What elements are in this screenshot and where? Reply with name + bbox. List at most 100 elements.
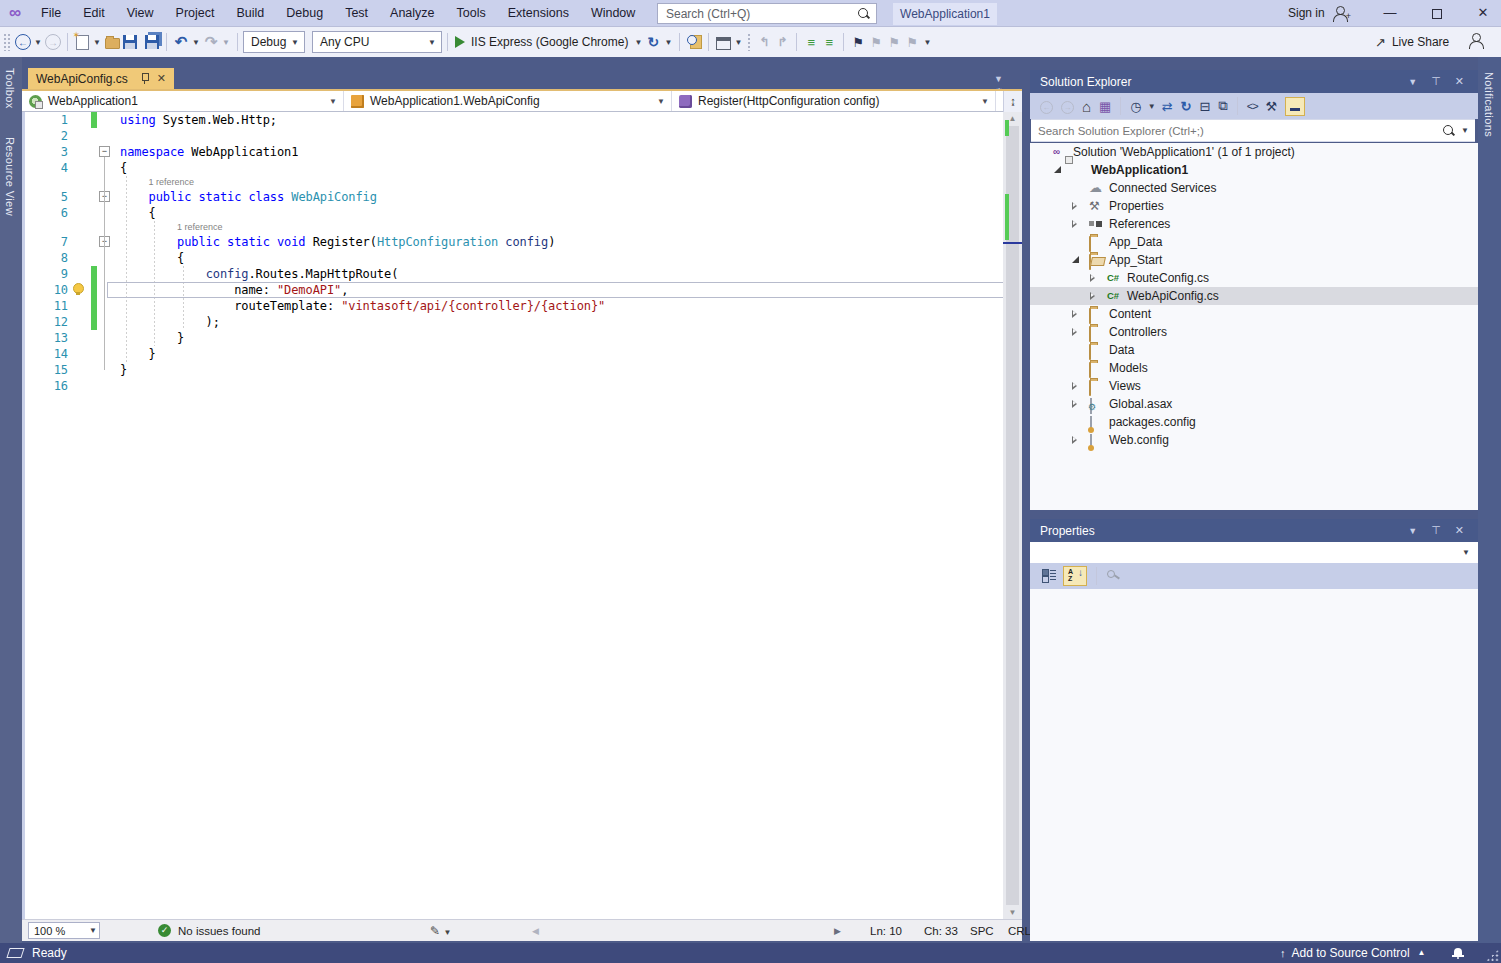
- feedback-person-icon[interactable]: [1468, 33, 1484, 47]
- sign-in-button[interactable]: Sign in: [1288, 0, 1325, 27]
- tree-item-global-asax[interactable]: Global.asax: [1030, 395, 1478, 413]
- properties-object-select[interactable]: ▼: [1030, 542, 1478, 563]
- tree-expand-arrow[interactable]: [1072, 202, 1077, 210]
- find-in-files-icon[interactable]: [686, 34, 702, 50]
- panel-close-icon[interactable]: ✕: [1455, 75, 1464, 88]
- breadcrumb-2[interactable]: Register(HttpConfiguration config)▼: [672, 91, 996, 111]
- window-minimize-button[interactable]: —: [1375, 0, 1405, 27]
- se-switch-views-icon[interactable]: ▦: [1099, 99, 1111, 114]
- new-file-icon[interactable]: [76, 35, 89, 50]
- start-debug-icon[interactable]: [455, 36, 465, 48]
- menu-tools[interactable]: Tools: [446, 0, 497, 26]
- se-filter-dropdown[interactable]: ▼: [1148, 102, 1156, 111]
- live-share-button[interactable]: ↗Live Share: [1375, 27, 1449, 57]
- sign-in-person-icon[interactable]: +: [1332, 6, 1348, 20]
- tree-item-app-data[interactable]: App_Data: [1030, 233, 1478, 251]
- solution-configuration-select[interactable]: Debug▼: [243, 31, 305, 53]
- se-pending-changes-filter-icon[interactable]: ◷: [1130, 99, 1141, 114]
- se-refresh-icon[interactable]: ↻: [1181, 99, 1192, 114]
- se-show-all-files-icon[interactable]: <>: [1247, 100, 1258, 112]
- editor-vertical-scrollbar[interactable]: ▲ ▼: [1003, 112, 1022, 919]
- menu-window[interactable]: Window: [580, 0, 646, 26]
- split-window-button[interactable]: ↨: [1003, 91, 1022, 112]
- toolbar-overflow[interactable]: ▼: [923, 38, 931, 47]
- solution-search-box[interactable]: Search Solution Explorer (Ctrl+;) ▼: [1031, 119, 1475, 142]
- notifications-bell-icon[interactable]: [1452, 947, 1464, 959]
- menu-edit[interactable]: Edit: [72, 0, 116, 26]
- solution-platform-select[interactable]: Any CPU▼: [312, 31, 442, 53]
- tree-item-webapiconfig-cs[interactable]: C#WebApiConfig.cs: [1030, 287, 1478, 305]
- decrease-indent-icon[interactable]: ≡: [802, 31, 820, 53]
- source-control-caret-icon[interactable]: ▲: [1418, 943, 1426, 963]
- tree-item-app-start[interactable]: App_Start: [1030, 251, 1478, 269]
- tree-item-references[interactable]: References: [1030, 215, 1478, 233]
- issues-status[interactable]: No issues found: [178, 920, 260, 942]
- add-to-source-control[interactable]: Add to Source Control: [1292, 943, 1410, 963]
- se-properties-icon[interactable]: ⧉: [1218, 98, 1227, 114]
- code-analysis-icon[interactable]: ✎ ▼: [430, 920, 451, 944]
- undo-dropdown[interactable]: ▼: [192, 38, 200, 47]
- tree-expand-arrow[interactable]: [1072, 310, 1077, 318]
- tree-expand-arrow[interactable]: [1072, 400, 1077, 408]
- window-maximize-button[interactable]: [1422, 0, 1452, 27]
- quick-actions-lightbulb-icon[interactable]: [71, 283, 84, 296]
- tree-item-data[interactable]: Data: [1030, 341, 1478, 359]
- redo-icon[interactable]: ↷: [202, 31, 220, 53]
- browser-dropdown[interactable]: ▼: [734, 38, 742, 47]
- resize-grip[interactable]: [1486, 949, 1499, 961]
- sidebar-tab-toolbox[interactable]: Toolbox: [4, 68, 16, 109]
- navigate-back-icon[interactable]: ←: [15, 34, 31, 50]
- sidebar-tab-notifications[interactable]: Notifications: [1483, 72, 1495, 137]
- window-close-button[interactable]: ✕: [1468, 0, 1498, 27]
- tree-item-content[interactable]: Content: [1030, 305, 1478, 323]
- breadcrumb-1[interactable]: WebApplication1.WebApiConfig▼: [344, 91, 672, 111]
- panel-dropdown-icon[interactable]: ▼: [1408, 77, 1417, 87]
- run-target-dropdown[interactable]: ▼: [634, 38, 642, 47]
- tree-item-connected-services[interactable]: ☁Connected Services: [1030, 179, 1478, 197]
- se-home-icon[interactable]: ⌂: [1082, 98, 1091, 115]
- pin-tab-icon[interactable]: [140, 73, 149, 84]
- save-all-icon[interactable]: [145, 35, 159, 49]
- tree-expand-arrow[interactable]: [1072, 382, 1077, 390]
- se-preview-selected-toggle[interactable]: [1285, 97, 1305, 116]
- refresh-icon[interactable]: ↻: [644, 31, 662, 53]
- properties-pin-icon[interactable]: ⊤: [1431, 524, 1441, 537]
- tree-item-controllers[interactable]: Controllers: [1030, 323, 1478, 341]
- undo-icon[interactable]: ↶: [172, 31, 190, 53]
- properties-header[interactable]: Properties ▼ ⊤ ✕: [1030, 519, 1478, 542]
- hscroll-left-arrow[interactable]: ◀: [532, 920, 539, 942]
- tree-item-solution-webapplication1-1-of-1-project[interactable]: ∞Solution 'WebApplication1' (1 of 1 proj…: [1030, 143, 1478, 161]
- tree-expand-arrow[interactable]: [1072, 436, 1077, 444]
- properties-dropdown-icon[interactable]: ▼: [1408, 526, 1417, 536]
- tree-item-webapplication1[interactable]: WebApplication1: [1030, 161, 1478, 179]
- solution-explorer-header[interactable]: Solution Explorer ▼ ⊤ ✕: [1030, 70, 1478, 93]
- tree-item-properties[interactable]: ⚒Properties: [1030, 197, 1478, 215]
- tree-item-models[interactable]: Models: [1030, 359, 1478, 377]
- toolbar-grip[interactable]: [3, 33, 11, 51]
- menu-project[interactable]: Project: [165, 0, 226, 26]
- tree-item-routeconfig-cs[interactable]: C#RouteConfig.cs: [1030, 269, 1478, 287]
- alphabetical-sort-icon[interactable]: AZ: [1063, 566, 1087, 586]
- tree-expand-arrow[interactable]: [1090, 292, 1095, 300]
- menu-analyze[interactable]: Analyze: [379, 0, 445, 26]
- se-wrench-icon[interactable]: ⚒: [1266, 99, 1278, 114]
- codelens-references[interactable]: 1 reference: [177, 221, 223, 234]
- solution-search-dropdown[interactable]: ▼: [1461, 126, 1469, 135]
- se-sync-icon[interactable]: ⇄: [1162, 99, 1173, 114]
- scroll-down-icon[interactable]: ▼: [1003, 908, 1022, 917]
- property-pages-icon[interactable]: [1106, 568, 1120, 585]
- zoom-select[interactable]: 100 %▼: [28, 922, 100, 939]
- increase-indent-icon[interactable]: ≡: [820, 31, 838, 53]
- tree-expand-arrow[interactable]: [1072, 220, 1077, 228]
- sidebar-tab-resource-view[interactable]: Resource View: [4, 137, 16, 216]
- collapse-toggle[interactable]: −: [99, 146, 110, 157]
- menu-debug[interactable]: Debug: [275, 0, 334, 26]
- browser-preview-icon[interactable]: [716, 37, 731, 50]
- new-item-icon[interactable]: ↰: [755, 31, 773, 53]
- search-box[interactable]: Search (Ctrl+Q): [657, 3, 877, 24]
- codelens-references[interactable]: 1 reference: [149, 176, 195, 189]
- tree-expand-arrow[interactable]: [1072, 328, 1077, 336]
- tab-list-dropdown-icon[interactable]: ▼: [994, 74, 1003, 84]
- menu-build[interactable]: Build: [225, 0, 275, 26]
- tree-expand-arrow[interactable]: [1090, 274, 1095, 282]
